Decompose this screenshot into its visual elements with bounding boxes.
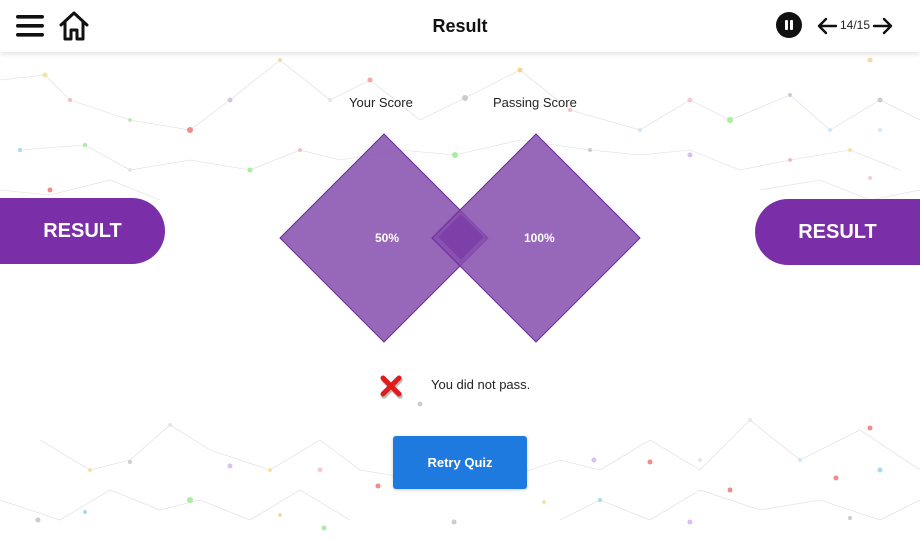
pause-icon[interactable] bbox=[776, 12, 802, 38]
arrow-left-icon[interactable] bbox=[816, 16, 838, 36]
hamburger-menu-icon[interactable] bbox=[16, 14, 44, 38]
arrow-right-icon[interactable] bbox=[872, 16, 894, 36]
retry-quiz-button[interactable]: Retry Quiz bbox=[393, 436, 527, 489]
result-message: You did not pass. bbox=[431, 377, 531, 392]
passing-score-value: 100% bbox=[524, 231, 555, 245]
result-banner-right: RESULT bbox=[755, 199, 920, 265]
page-indicator: 14/15 bbox=[840, 18, 871, 32]
passing-score-label: Passing Score bbox=[493, 95, 577, 110]
top-bar: Result 14/15 bbox=[0, 0, 920, 52]
home-icon[interactable] bbox=[58, 10, 90, 42]
result-banner-left: RESULT bbox=[0, 198, 165, 264]
red-x-icon bbox=[380, 375, 403, 399]
your-score-label: Your Score bbox=[349, 95, 413, 110]
your-score-value: 50% bbox=[375, 231, 400, 245]
